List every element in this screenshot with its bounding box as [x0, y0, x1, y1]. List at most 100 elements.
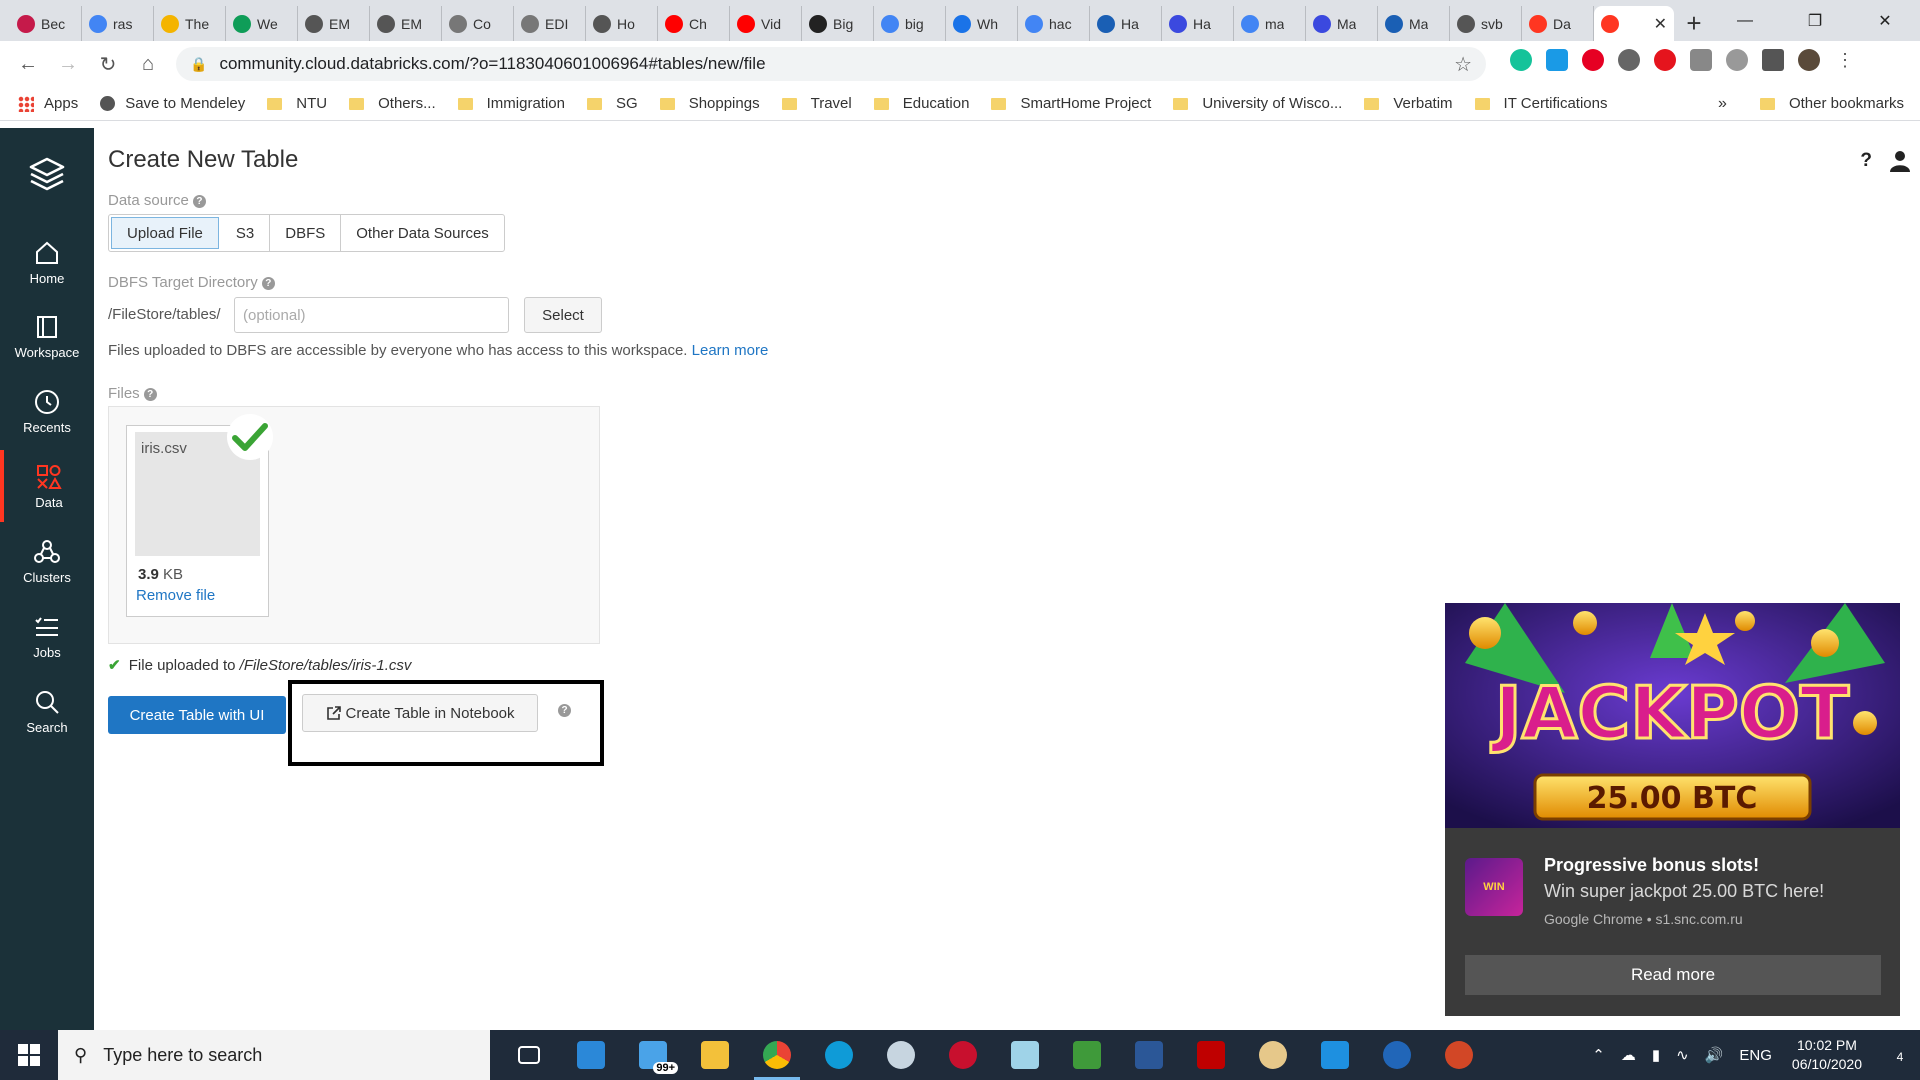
browser-tab[interactable]: Ch: [658, 6, 730, 41]
browser-tab[interactable]: svb: [1450, 6, 1522, 41]
sidebar-item-recents[interactable]: Recents: [0, 375, 94, 447]
bookmark-folder[interactable]: Others...: [349, 95, 436, 112]
translate-icon[interactable]: [1546, 49, 1568, 71]
sidebar-item-data[interactable]: Data: [0, 450, 94, 522]
url-text[interactable]: community.cloud.databricks.com/?o=118304…: [219, 54, 765, 74]
browser-tab[interactable]: The: [154, 6, 226, 41]
bookmark-star-icon[interactable]: ☆: [1454, 52, 1472, 77]
volume-icon[interactable]: 🔊: [1705, 1046, 1724, 1064]
address-bar[interactable]: 🔒 community.cloud.databricks.com/?o=1183…: [176, 47, 1486, 81]
task-view-icon[interactable]: [498, 1030, 560, 1080]
sidebar-item-home[interactable]: Home: [0, 226, 94, 298]
adblock-icon[interactable]: [1654, 49, 1676, 71]
browser-tab[interactable]: hac: [1018, 6, 1090, 41]
taskbar-search-box[interactable]: ⚲ Type here to search: [58, 1030, 490, 1080]
action-center-icon[interactable]: 4: [1880, 1045, 1920, 1066]
onedrive-icon[interactable]: ☁: [1621, 1046, 1636, 1064]
dbfs-directory-input[interactable]: [234, 297, 509, 333]
browser-tab[interactable]: EM: [298, 6, 370, 41]
bookmark-folder[interactable]: Shoppings: [659, 95, 760, 112]
user-icon[interactable]: [1890, 150, 1910, 172]
sidebar-item-clusters[interactable]: Clusters: [0, 525, 94, 597]
tab-dbfs[interactable]: DBFS: [270, 215, 342, 251]
browser-tab[interactable]: EM: [370, 6, 442, 41]
browser-tab[interactable]: Ma: [1378, 6, 1450, 41]
notes-app-icon[interactable]: [994, 1030, 1056, 1080]
menu-icon[interactable]: ⋮: [1834, 49, 1856, 71]
wifi-icon[interactable]: ∿: [1676, 1046, 1689, 1064]
bookmark-mendeley[interactable]: Save to Mendeley: [100, 95, 245, 112]
windows-start-icon[interactable]: [0, 1030, 58, 1080]
learn-more-link[interactable]: Learn more: [692, 342, 769, 359]
bookmark-folder[interactable]: University of Wisco...: [1173, 95, 1342, 112]
browser-tab[interactable]: Ma: [1306, 6, 1378, 41]
restore-icon[interactable]: ❐: [1780, 0, 1850, 41]
browser-tab[interactable]: Vid: [730, 6, 802, 41]
browser-tab[interactable]: ras: [82, 6, 154, 41]
question-icon[interactable]: ?: [143, 388, 157, 401]
home-page-icon[interactable]: ⌂: [128, 44, 168, 84]
browser-tab[interactable]: Ha: [1090, 6, 1162, 41]
browser-tab[interactable]: ma: [1234, 6, 1306, 41]
reload-icon[interactable]: ↻: [88, 44, 128, 84]
back-icon[interactable]: ←: [8, 44, 48, 84]
puzzle-icon[interactable]: [1762, 49, 1784, 71]
browser-tab[interactable]: Da: [1522, 6, 1594, 41]
profile-avatar[interactable]: [1798, 49, 1820, 71]
bookmark-folder[interactable]: NTU: [267, 95, 327, 112]
paint-icon[interactable]: [1242, 1030, 1304, 1080]
steam-icon[interactable]: [870, 1030, 932, 1080]
grammarly-icon[interactable]: [1510, 49, 1532, 71]
select-button[interactable]: Select: [524, 297, 602, 333]
language-indicator[interactable]: ENG: [1739, 1047, 1772, 1064]
minimize-icon[interactable]: —: [1710, 0, 1780, 41]
close-window-icon[interactable]: ✕: [1850, 0, 1920, 41]
browser-tab[interactable]: EDI: [514, 6, 586, 41]
pinterest-icon[interactable]: [1582, 49, 1604, 71]
read-more-button[interactable]: Read more: [1465, 955, 1881, 995]
powerpoint-icon[interactable]: [1428, 1030, 1490, 1080]
databricks-logo-icon[interactable]: [28, 156, 66, 194]
file-explorer-icon[interactable]: [684, 1030, 746, 1080]
close-tab-icon[interactable]: ✕: [1654, 14, 1667, 34]
game-icon[interactable]: [932, 1030, 994, 1080]
help-icon[interactable]: ?: [1860, 150, 1872, 172]
bookmark-folder[interactable]: IT Certifications: [1474, 95, 1607, 112]
sidebar-item-search[interactable]: Search: [0, 675, 94, 747]
bookmark-other[interactable]: Other bookmarks: [1759, 95, 1904, 112]
chevron-up-icon[interactable]: ⌃: [1592, 1046, 1605, 1064]
create-table-ui-button[interactable]: Create Table with UI: [108, 696, 286, 734]
r-language-icon[interactable]: [1366, 1030, 1428, 1080]
tab-s3[interactable]: S3: [221, 215, 271, 251]
bookmarks-overflow-button[interactable]: »: [1718, 95, 1727, 113]
sidebar-item-workspace[interactable]: Workspace: [0, 300, 94, 372]
browser-tab[interactable]: We: [226, 6, 298, 41]
filezilla-icon[interactable]: [1180, 1030, 1242, 1080]
bookmark-folder[interactable]: SmartHome Project: [991, 95, 1151, 112]
word-icon[interactable]: [1118, 1030, 1180, 1080]
bookmark-folder[interactable]: Travel: [781, 95, 852, 112]
lock-icon[interactable]: 🔒: [190, 56, 207, 73]
gear-icon[interactable]: [1726, 49, 1748, 71]
browser-tab[interactable]: Ho: [586, 6, 658, 41]
active-browser-tab[interactable]: ✕: [1594, 6, 1674, 41]
tab-other-data-sources[interactable]: Other Data Sources: [341, 215, 504, 251]
bookmark-folder[interactable]: SG: [587, 95, 638, 112]
forward-icon[interactable]: →: [48, 44, 88, 84]
browser-tab[interactable]: Big: [802, 6, 874, 41]
new-tab-button[interactable]: +: [1674, 6, 1714, 41]
browser-tab[interactable]: Wh: [946, 6, 1018, 41]
question-icon[interactable]: ?: [192, 195, 206, 208]
bookmark-folder[interactable]: Verbatim: [1364, 95, 1453, 112]
notification-popup[interactable]: JACKPOT 25.00 BTC WIN Progressive bonus …: [1445, 603, 1900, 1016]
remove-file-link[interactable]: Remove file: [136, 587, 215, 604]
file-dropzone[interactable]: iris.csv 3.9 KB Remove file: [108, 406, 600, 644]
remote-desktop-icon[interactable]: [1304, 1030, 1366, 1080]
question-icon[interactable]: ?: [261, 277, 275, 290]
browser-tab[interactable]: big: [874, 6, 946, 41]
store-icon[interactable]: [560, 1030, 622, 1080]
battery-icon[interactable]: ▮: [1652, 1046, 1660, 1064]
chrome-icon[interactable]: [746, 1030, 808, 1080]
bookmark-apps[interactable]: Apps: [18, 95, 78, 112]
tab-upload-file[interactable]: Upload File: [111, 217, 219, 249]
